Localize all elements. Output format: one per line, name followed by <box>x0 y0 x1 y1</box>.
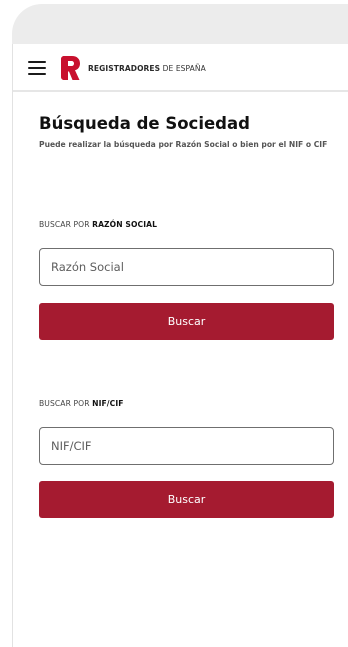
razon-social-input[interactable] <box>39 248 334 286</box>
nif-cif-label-strong: NIF/CIF <box>92 399 124 408</box>
brand-name-rest: DE ESPAÑA <box>160 63 206 73</box>
menu-bar-line <box>28 61 46 63</box>
menu-bar-line <box>28 67 46 69</box>
registradores-logo-icon <box>61 56 80 80</box>
nif-cif-label-prefix: BUSCAR POR <box>39 399 93 408</box>
razon-social-label-strong: RAZÓN SOCIAL <box>92 220 158 229</box>
device-frame-top <box>12 4 348 44</box>
hamburger-menu-icon[interactable] <box>28 61 46 75</box>
razon-social-label-prefix: BUSCAR POR <box>39 220 93 229</box>
menu-bar-line <box>28 73 46 75</box>
nif-cif-section-label: BUSCAR POR NIF/CIF <box>39 399 124 408</box>
page-title: Búsqueda de Sociedad <box>39 114 250 133</box>
app-screen: REGISTRADORES DE ESPAÑA Búsqueda de Soci… <box>12 44 348 647</box>
razon-social-section-label: BUSCAR POR RAZÓN SOCIAL <box>39 220 157 229</box>
top-navigation-bar: REGISTRADORES DE ESPAÑA <box>13 44 348 92</box>
nif-cif-search-button[interactable]: Buscar <box>39 481 334 518</box>
brand-name: REGISTRADORES DE ESPAÑA <box>88 64 206 73</box>
brand-logo[interactable]: REGISTRADORES DE ESPAÑA <box>61 56 206 80</box>
razon-social-search-button[interactable]: Buscar <box>39 303 334 340</box>
brand-name-bold: REGISTRADORES <box>88 63 161 73</box>
nif-cif-input[interactable] <box>39 427 334 465</box>
page-subtitle: Puede realizar la búsqueda por Razón Soc… <box>39 140 328 149</box>
